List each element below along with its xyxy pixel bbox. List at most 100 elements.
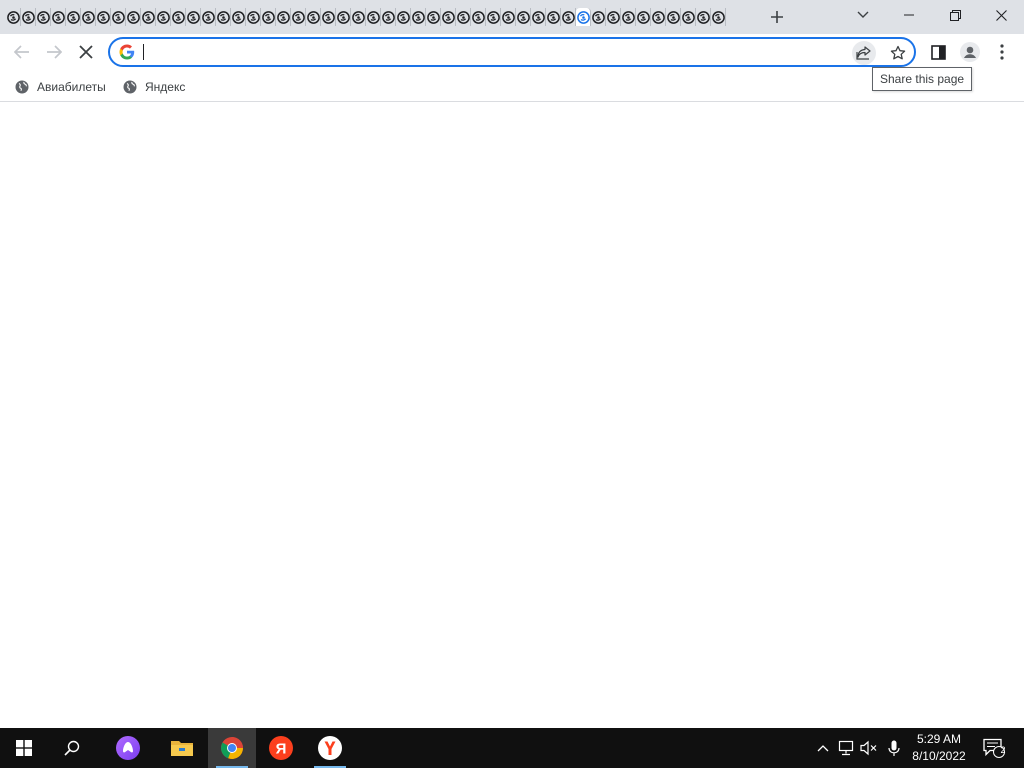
browser-tab[interactable] (591, 8, 606, 26)
browser-tab[interactable] (516, 8, 531, 26)
browser-tab[interactable] (291, 8, 306, 26)
browser-tab[interactable] (156, 8, 171, 26)
omnibox[interactable] (108, 37, 916, 67)
tab-favicon-icon (501, 10, 515, 24)
browser-tab[interactable] (66, 8, 81, 26)
network-button[interactable] (836, 738, 856, 758)
star-icon (890, 45, 906, 60)
browser-tab[interactable] (621, 8, 636, 26)
browser-tab[interactable] (216, 8, 231, 26)
browser-tab[interactable] (681, 8, 696, 26)
tab-favicon-icon (651, 10, 665, 24)
new-tab-button[interactable] (766, 6, 788, 28)
back-button[interactable] (8, 38, 36, 66)
clock-time: 5:29 AM (916, 732, 962, 746)
restore-button[interactable] (932, 0, 978, 30)
share-button[interactable] (852, 41, 876, 65)
browser-tab[interactable] (81, 8, 96, 26)
browser-tab[interactable] (6, 8, 21, 26)
browser-tab[interactable] (441, 8, 456, 26)
microphone-button[interactable] (884, 738, 904, 758)
forward-button[interactable] (40, 38, 68, 66)
chrome-icon (221, 737, 243, 759)
browser-tab[interactable] (666, 8, 681, 26)
file-explorer-button[interactable] (158, 728, 206, 768)
bookmark-yandex[interactable]: Яндекс (117, 76, 191, 98)
chrome-button[interactable] (208, 728, 256, 768)
browser-tab[interactable] (561, 8, 576, 26)
close-window-button[interactable] (978, 0, 1024, 30)
browser-tab[interactable] (426, 8, 441, 26)
close-icon (995, 9, 1007, 21)
tab-favicon-icon (471, 10, 485, 24)
search-button[interactable] (48, 728, 96, 768)
system-clock[interactable]: 5:29 AM 8/10/2022 (906, 731, 972, 765)
browser-tab[interactable] (396, 8, 411, 26)
browser-tab[interactable] (321, 8, 336, 26)
tab-favicon-icon (711, 10, 725, 24)
browser-tab[interactable] (456, 8, 471, 26)
browser-tab[interactable] (486, 8, 501, 26)
browser-tab[interactable] (531, 8, 546, 26)
browser-tab[interactable] (96, 8, 111, 26)
browser-tab[interactable] (186, 8, 201, 26)
browser-tab[interactable] (141, 8, 156, 26)
browser-tab[interactable] (651, 8, 666, 26)
folder-icon (171, 741, 193, 756)
tab-favicon-icon (96, 10, 110, 24)
browser-tab[interactable] (51, 8, 66, 26)
browser-tab[interactable] (471, 8, 486, 26)
show-hidden-icons-button[interactable] (813, 738, 833, 758)
browser-tab[interactable] (231, 8, 246, 26)
browser-tab[interactable] (501, 8, 516, 26)
notifications-button[interactable]: 2 (982, 736, 1006, 760)
browser-tab[interactable] (36, 8, 51, 26)
browser-tab[interactable] (126, 8, 141, 26)
globe-icon (123, 80, 137, 94)
browser-toolbar (0, 34, 1024, 71)
browser-tab[interactable] (546, 8, 561, 26)
minimize-button[interactable] (886, 0, 932, 30)
browser-tab[interactable] (351, 8, 366, 26)
side-panel-button[interactable] (924, 38, 952, 66)
browser-tab[interactable] (276, 8, 291, 26)
volume-button[interactable] (859, 738, 879, 758)
browser-tab[interactable] (411, 8, 426, 26)
browser-tab[interactable] (171, 8, 186, 26)
browser-tab[interactable] (576, 8, 591, 26)
browser-tab[interactable] (336, 8, 351, 26)
address-input[interactable] (142, 43, 842, 61)
profile-button[interactable] (956, 38, 984, 66)
side-panel-icon (930, 44, 946, 60)
browser-tab[interactable] (696, 8, 711, 26)
browser-tab[interactable] (21, 8, 36, 26)
bookmark-star-button[interactable] (886, 41, 910, 65)
browser-tab[interactable] (261, 8, 276, 26)
alice-button[interactable] (104, 728, 152, 768)
tab-favicon-icon (411, 10, 425, 24)
tab-favicon-icon (231, 10, 245, 24)
stop-loading-button[interactable] (72, 38, 100, 66)
microphone-icon (888, 740, 900, 756)
browser-tab[interactable] (606, 8, 621, 26)
restore-icon (949, 9, 961, 21)
yandex-browser-button[interactable] (306, 728, 354, 768)
bookmark-aviabilety[interactable]: Авиабилеты (9, 76, 112, 98)
tab-favicon-icon (396, 10, 410, 24)
browser-tab[interactable] (636, 8, 651, 26)
browser-tab[interactable] (711, 8, 726, 26)
start-button[interactable] (0, 728, 48, 768)
browser-tab[interactable] (366, 8, 381, 26)
tab-search-button[interactable] (840, 0, 886, 30)
yandex-browser-icon (318, 736, 342, 760)
tabs-row (6, 8, 730, 26)
browser-tab[interactable] (381, 8, 396, 26)
tab-favicon-icon (171, 10, 185, 24)
yandex-button[interactable]: Я (257, 728, 305, 768)
menu-button[interactable] (988, 38, 1016, 66)
tab-favicon-icon (666, 10, 680, 24)
browser-tab[interactable] (306, 8, 321, 26)
browser-tab[interactable] (111, 8, 126, 26)
browser-tab[interactable] (201, 8, 216, 26)
browser-tab[interactable] (246, 8, 261, 26)
